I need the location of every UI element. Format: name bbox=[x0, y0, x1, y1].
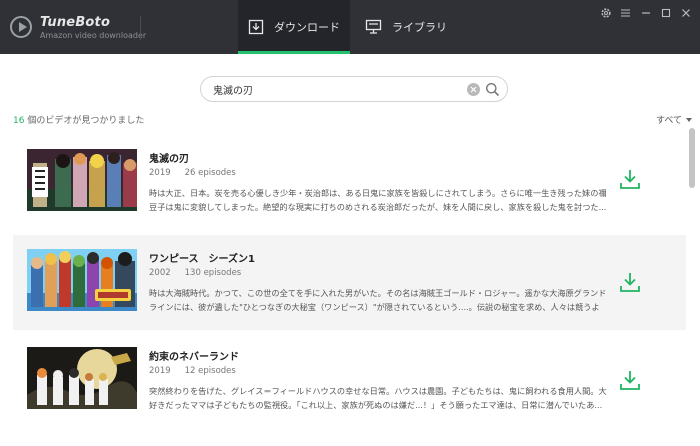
video-thumbnail bbox=[27, 347, 137, 409]
video-meta: 2002 130 episodes bbox=[149, 268, 241, 278]
video-year: 2002 bbox=[149, 268, 171, 278]
list-scrollbar[interactable] bbox=[689, 128, 695, 188]
list-item: 約束のネバーランド 2019 12 episodes 突然終わりを告げた、グレイス… bbox=[13, 333, 686, 428]
monitor-icon bbox=[365, 19, 382, 35]
sort-dropdown[interactable]: すべて bbox=[656, 113, 692, 126]
tab-library-label: ライブラリ bbox=[392, 21, 447, 34]
caret-down-icon bbox=[686, 117, 692, 122]
download-button[interactable] bbox=[618, 369, 642, 391]
video-list: 鬼滅の刃 2019 26 episodes 時は大正、日本。炭を売る心優しき少年・… bbox=[13, 128, 686, 446]
tab-library[interactable]: ライブラリ bbox=[356, 0, 456, 54]
video-description: 突然終わりを告げた、グレイス＝フィールドハウスの幸せな日常。ハウスは農園。子ども… bbox=[149, 386, 607, 410]
video-meta: 2019 26 episodes bbox=[149, 168, 236, 178]
minimize-icon[interactable] bbox=[639, 6, 652, 19]
app-subtitle: Amazon video downloader bbox=[40, 30, 147, 40]
video-year: 2019 bbox=[149, 168, 171, 178]
list-item: ワンピース シーズン1 2002 130 episodes 時は大海賊時代。かつて… bbox=[13, 235, 686, 330]
app-name: TuneBoto bbox=[40, 14, 111, 30]
video-title: 鬼滅の刃 bbox=[149, 154, 189, 165]
gear-icon[interactable] bbox=[599, 6, 612, 19]
window-controls bbox=[599, 6, 692, 19]
app-brand: TuneBoto Amazon video downloader bbox=[10, 10, 146, 44]
video-episodes: 26 episodes bbox=[184, 168, 236, 178]
brand-divider bbox=[140, 16, 141, 40]
download-button[interactable] bbox=[618, 271, 642, 293]
result-count-text: 16 個のビデオが見つかりました bbox=[13, 113, 144, 126]
video-description: 時は大正、日本。炭を売る心優しき少年・炭治郎は、ある日鬼に家族を皆殺しにされてし… bbox=[149, 188, 607, 212]
video-description: 時は大海賊時代。かつて、この世の全てを手に入れた男がいた。その名は海賊王ゴールド… bbox=[149, 288, 607, 312]
video-meta: 2019 12 episodes bbox=[149, 366, 236, 376]
search-input[interactable] bbox=[213, 81, 453, 98]
app-logo-icon bbox=[10, 16, 32, 38]
video-year: 2019 bbox=[149, 366, 171, 376]
result-count: 16 bbox=[13, 116, 25, 126]
tab-download-label: ダウンロード bbox=[274, 21, 340, 34]
video-title: ワンピース シーズン1 bbox=[149, 254, 255, 265]
title-bar: TuneBoto Amazon video downloader ダウンロード … bbox=[0, 0, 700, 54]
search-box bbox=[200, 76, 508, 102]
clear-search-icon[interactable] bbox=[467, 83, 480, 96]
download-button[interactable] bbox=[618, 168, 642, 190]
video-title: 約束のネバーランド bbox=[149, 352, 239, 363]
search-icon[interactable] bbox=[485, 82, 500, 97]
video-episodes: 130 episodes bbox=[184, 268, 242, 278]
download-icon bbox=[620, 371, 640, 390]
close-icon[interactable] bbox=[679, 6, 692, 19]
download-tab-icon bbox=[248, 19, 264, 35]
list-item: 鬼滅の刃 2019 26 episodes 時は大正、日本。炭を売る心優しき少年・… bbox=[13, 128, 686, 223]
download-icon bbox=[620, 273, 640, 292]
video-thumbnail bbox=[27, 249, 137, 311]
video-thumbnail bbox=[27, 149, 137, 211]
menu-icon[interactable] bbox=[619, 6, 632, 19]
result-count-suffix: 個のビデオが見つかりました bbox=[24, 116, 145, 126]
tab-download[interactable]: ダウンロード bbox=[238, 0, 350, 54]
sort-label: すべて bbox=[655, 116, 682, 126]
maximize-icon[interactable] bbox=[659, 6, 672, 19]
download-icon bbox=[620, 170, 640, 189]
video-episodes: 12 episodes bbox=[184, 366, 236, 376]
